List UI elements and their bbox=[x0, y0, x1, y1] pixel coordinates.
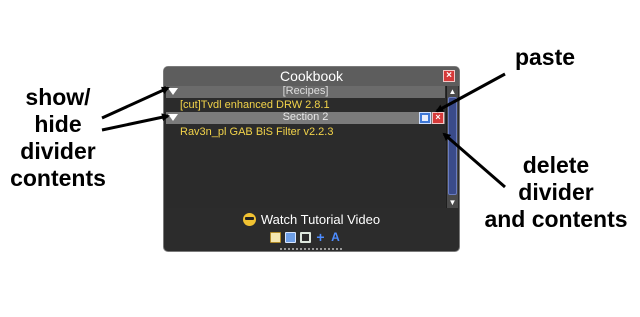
annotation-line: show/ bbox=[25, 84, 91, 110]
scroll-up-icon[interactable]: ▲ bbox=[448, 87, 457, 96]
annotation-line: divider bbox=[20, 138, 96, 164]
smiley-icon bbox=[242, 213, 256, 226]
list-item[interactable]: Rav3n_pl GAB BiS Filter v2.2.3 bbox=[180, 126, 333, 139]
close-icon[interactable]: × bbox=[443, 70, 455, 82]
divider-recipes[interactable]: [Recipes] bbox=[166, 85, 445, 98]
edit-icon[interactable] bbox=[270, 232, 281, 243]
annotation-show-hide: show/ hide divider contents bbox=[2, 84, 114, 192]
window-title: Cookbook bbox=[279, 68, 344, 84]
font-icon[interactable]: A bbox=[330, 231, 341, 243]
annotation-paste: paste bbox=[509, 44, 581, 71]
annotation-line: paste bbox=[514, 44, 576, 70]
copy-icon[interactable] bbox=[285, 232, 296, 243]
tutorial-label: Watch Tutorial Video bbox=[260, 212, 381, 227]
annotation-line: divider bbox=[518, 179, 594, 205]
scroll-down-icon[interactable]: ▼ bbox=[448, 198, 457, 207]
titlebar[interactable]: Cookbook × bbox=[164, 67, 459, 86]
annotation-line: delete bbox=[522, 152, 590, 178]
add-icon[interactable]: + bbox=[315, 230, 326, 244]
recipe-list: [Recipes] [cut]Tvdl enhanced DRW 2.8.1 S… bbox=[166, 85, 445, 208]
divider-section-2[interactable]: Section 2 × bbox=[166, 111, 445, 124]
divider-label: [Recipes] bbox=[282, 85, 329, 97]
watch-tutorial-button[interactable]: Watch Tutorial Video bbox=[164, 212, 459, 228]
paste-icon[interactable] bbox=[419, 112, 431, 124]
annotation-line: hide bbox=[34, 111, 82, 137]
import-icon[interactable] bbox=[300, 232, 311, 243]
resize-grip[interactable] bbox=[280, 248, 344, 250]
footer: Watch Tutorial Video + A bbox=[164, 208, 459, 251]
divider-label: Section 2 bbox=[282, 111, 329, 123]
annotation-delete: delete divider and contents bbox=[474, 152, 638, 233]
scroll-thumb[interactable] bbox=[448, 97, 457, 195]
cookbook-window: Cookbook × [Recipes] [cut]Tvdl enhanced … bbox=[163, 66, 460, 252]
annotation-line: and contents bbox=[484, 206, 628, 232]
annotation-line: contents bbox=[10, 165, 106, 191]
scrollbar[interactable]: ▲ ▼ bbox=[446, 86, 458, 208]
delete-icon[interactable]: × bbox=[432, 112, 444, 124]
